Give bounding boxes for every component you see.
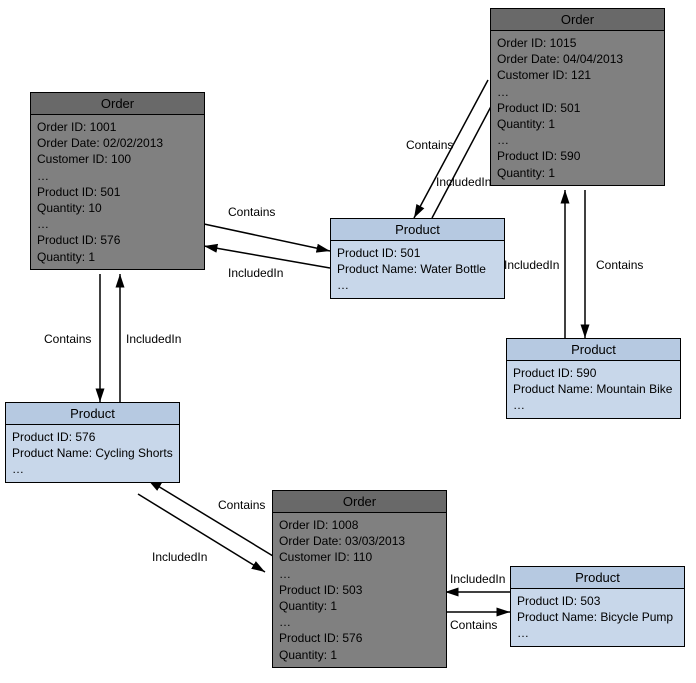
edge-label-contains: Contains [406,138,453,152]
edge-label-includedin: IncludedIn [228,266,283,280]
edge-label-contains: Contains [596,258,643,272]
edge-label-includedin: IncludedIn [504,258,559,272]
product-node-501: Product Product ID: 501 Product Name: Wa… [330,218,505,299]
product-title: Product [6,403,179,425]
order-title: Order [31,93,204,115]
edge-label-includedin: IncludedIn [152,550,207,564]
product-title: Product [331,219,504,241]
product-node-503: Product Product ID: 503 Product Name: Bi… [510,566,685,647]
edge-label-contains: Contains [44,332,91,346]
edge-label-contains: Contains [228,205,275,219]
order-node-1001: Order Order ID: 1001 Order Date: 02/02/2… [30,92,205,270]
product-title: Product [511,567,684,589]
order-node-1008: Order Order ID: 1008 Order Date: 03/03/2… [272,490,447,668]
product-body: Product ID: 503 Product Name: Bicycle Pu… [511,589,684,646]
product-title: Product [507,339,680,361]
product-body: Product ID: 576 Product Name: Cycling Sh… [6,425,179,482]
product-node-576: Product Product ID: 576 Product Name: Cy… [5,402,180,483]
product-body: Product ID: 501 Product Name: Water Bott… [331,241,504,298]
order-title: Order [273,491,446,513]
order-body: Order ID: 1001 Order Date: 02/02/2013 Cu… [31,115,204,269]
edge-label-includedin: IncludedIn [126,332,181,346]
product-node-590: Product Product ID: 590 Product Name: Mo… [506,338,681,419]
edge-label-contains: Contains [218,498,265,512]
order-body: Order ID: 1008 Order Date: 03/03/2013 Cu… [273,513,446,667]
order-body: Order ID: 1015 Order Date: 04/04/2013 Cu… [491,31,664,185]
product-body: Product ID: 590 Product Name: Mountain B… [507,361,680,418]
edge-label-includedin: IncludedIn [450,572,505,586]
edge-label-includedin: IncludedIn [436,175,491,189]
order-title: Order [491,9,664,31]
order-node-1015: Order Order ID: 1015 Order Date: 04/04/2… [490,8,665,186]
edge-label-contains: Contains [450,618,497,632]
